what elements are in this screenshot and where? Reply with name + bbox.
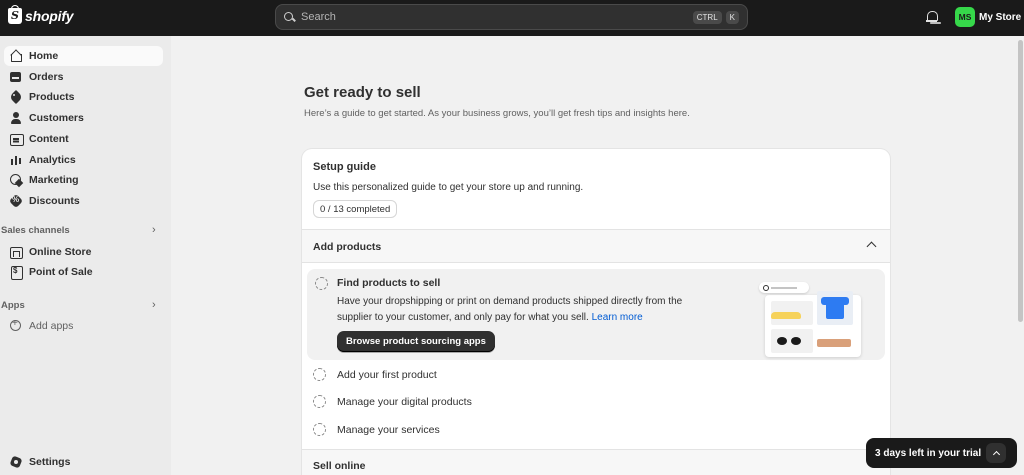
shoe-image [771, 312, 801, 319]
section-title: Sell online [313, 460, 366, 472]
add-products-section-header[interactable]: Add products [302, 229, 890, 263]
sidebar-item-label: Online Store [29, 246, 92, 258]
task-title: Manage your services [337, 424, 440, 436]
tag-icon [10, 91, 22, 103]
cream-tube-image [817, 339, 851, 347]
sidebar-item-label: Discounts [29, 195, 80, 207]
bar-chart-icon [10, 154, 22, 166]
sales-channels-heading: Sales channels [1, 225, 70, 236]
sidebar-item-label: Analytics [29, 154, 76, 166]
bell-icon[interactable] [926, 11, 938, 23]
task-description: Have your dropshipping or print on deman… [337, 294, 697, 325]
page-title: Get ready to sell [304, 84, 421, 101]
sidebar-item-label: Products [29, 91, 75, 103]
sidebar-item-customers[interactable]: Customers [4, 108, 163, 128]
sidebar-item-label: Customers [29, 112, 84, 124]
sidebar: Home Orders Products Customers Content A… [0, 36, 171, 475]
search-bar[interactable]: CTRL K [275, 4, 748, 30]
dashed-circle-icon[interactable] [313, 423, 326, 436]
task-title: Add your first product [337, 369, 437, 381]
sidebar-item-label: Home [29, 50, 59, 62]
sidebar-item-online-store[interactable]: Online Store [4, 242, 163, 262]
setup-guide-card: Setup guide Use this personalized guide … [302, 149, 890, 475]
dashed-circle-icon[interactable] [313, 368, 326, 381]
sidebar-item-analytics[interactable]: Analytics [4, 150, 163, 170]
store-menu[interactable]: MS My Store [955, 7, 1021, 27]
brand-name: shopify [25, 8, 74, 24]
sell-online-section-header[interactable]: Sell online [302, 449, 890, 475]
store-name: My Store [979, 11, 1022, 23]
tshirt-image [817, 291, 853, 325]
shopify-logo[interactable]: shopify [8, 5, 74, 24]
store-icon [10, 246, 23, 259]
sidebar-item-label: Marketing [29, 174, 79, 186]
task-title: Find products to sell [337, 277, 441, 289]
sidebar-item-label: Settings [29, 456, 71, 468]
search-icon [284, 11, 295, 23]
sidebar-item-label: Add apps [29, 320, 74, 332]
page-subtitle: Here’s a guide to get started. As your b… [304, 108, 690, 119]
home-icon [10, 50, 22, 62]
browse-product-sourcing-apps-button[interactable]: Browse product sourcing apps [337, 331, 495, 352]
top-bar: shopify CTRL K MS My Store [0, 0, 1024, 36]
section-title: Add products [313, 241, 382, 253]
sunglasses-image [777, 337, 803, 345]
sidebar-item-marketing[interactable]: Marketing [4, 170, 163, 190]
setup-guide-title: Setup guide [313, 161, 376, 173]
sidebar-item-point-of-sale[interactable]: Point of Sale [4, 262, 163, 282]
sidebar-item-content[interactable]: Content [4, 129, 163, 149]
task-find-products[interactable]: Find products to sell Have your dropship… [307, 269, 885, 360]
apps-heading: Apps [1, 300, 25, 311]
content-icon [10, 133, 24, 146]
shortcut-key-k: K [725, 10, 739, 24]
chevron-right-icon[interactable]: › [152, 224, 156, 236]
person-icon [10, 112, 22, 124]
orders-icon [10, 71, 22, 83]
scrollbar[interactable] [1018, 40, 1023, 322]
sidebar-item-products[interactable]: Products [4, 87, 163, 107]
illustration-search-bar [759, 282, 809, 293]
search-input[interactable] [301, 11, 689, 23]
sidebar-item-discounts[interactable]: Discounts [4, 191, 163, 211]
sidebar-item-settings[interactable]: Settings [4, 452, 163, 472]
chevron-up-icon[interactable] [866, 241, 877, 252]
gear-icon [10, 456, 22, 468]
product-illustration [759, 279, 864, 357]
trial-banner[interactable]: 3 days left in your trial [866, 438, 1017, 468]
progress-badge: 0 / 13 completed [313, 200, 398, 218]
shopify-bag-icon [8, 5, 22, 24]
chevron-up-icon[interactable] [986, 443, 1006, 463]
task-title: Manage your digital products [337, 396, 472, 408]
dashed-circle-icon[interactable] [313, 395, 326, 408]
sidebar-item-label: Content [29, 133, 69, 145]
sidebar-item-orders[interactable]: Orders [4, 67, 163, 87]
chevron-right-icon[interactable]: › [152, 299, 156, 311]
discount-icon [10, 195, 22, 207]
plus-circle-icon [10, 318, 22, 332]
setup-guide-description: Use this personalized guide to get your … [313, 182, 584, 193]
sidebar-item-add-apps[interactable]: Add apps [4, 316, 163, 336]
learn-more-link[interactable]: Learn more [592, 312, 643, 323]
target-icon [10, 174, 22, 186]
sidebar-item-home[interactable]: Home [4, 46, 163, 66]
avatar: MS [955, 7, 975, 27]
dashed-circle-icon[interactable] [315, 277, 328, 290]
shortcut-key-ctrl: CTRL [692, 10, 722, 24]
sidebar-item-label: Orders [29, 71, 64, 83]
pos-icon [10, 266, 23, 280]
sidebar-item-label: Point of Sale [29, 266, 93, 278]
trial-text: 3 days left in your trial [875, 447, 982, 459]
